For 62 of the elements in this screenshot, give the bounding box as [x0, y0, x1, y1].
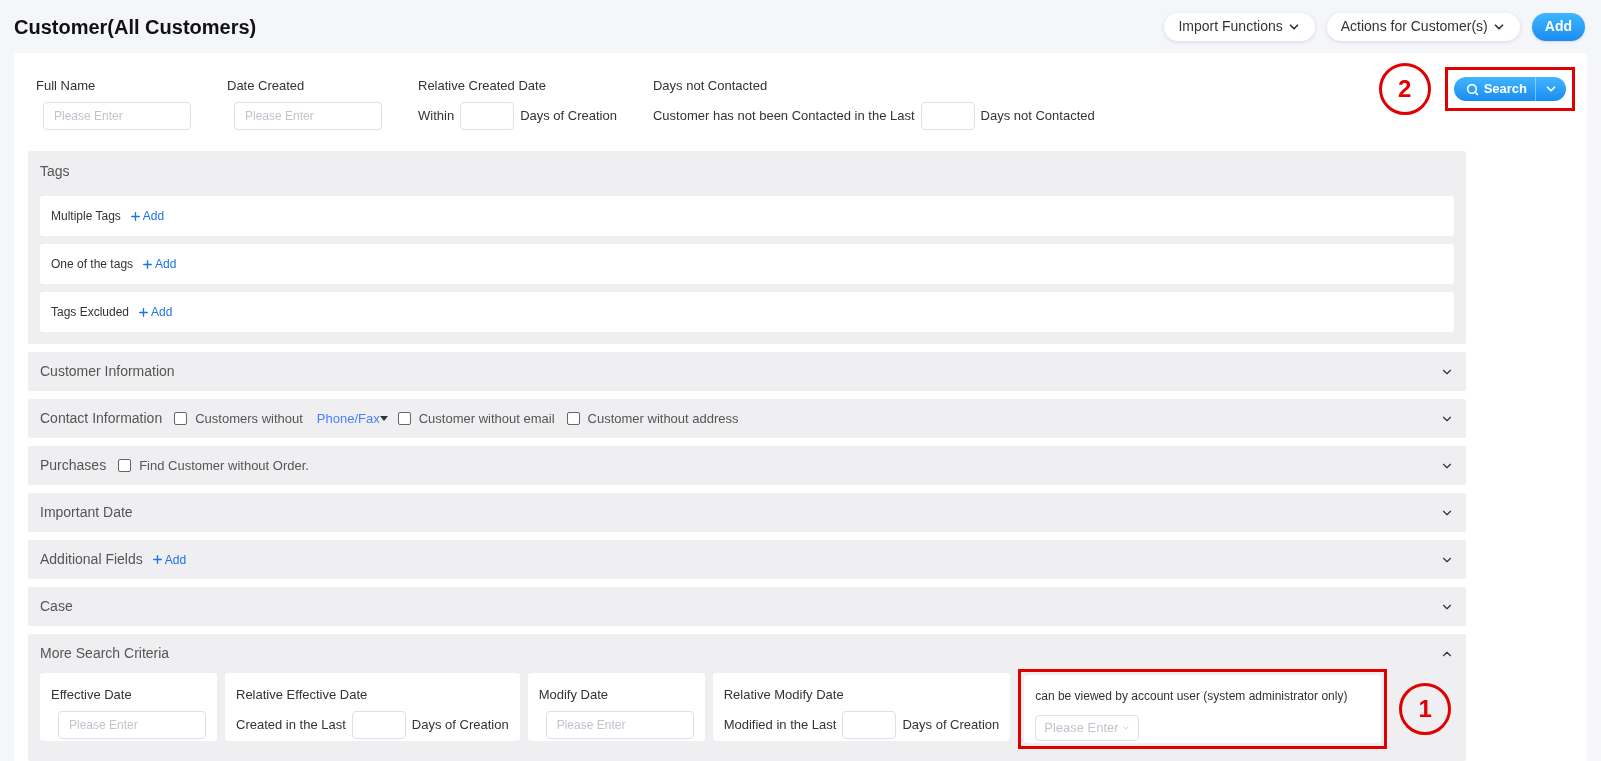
- checkbox[interactable]: [174, 412, 188, 425]
- field-suffix-text: Days of Creation: [520, 106, 617, 125]
- checkbox-label: Customers without: [195, 409, 303, 428]
- checkbox-label: Find Customer without Order.: [139, 456, 309, 475]
- dropdown-button[interactable]: Import Functions: [1164, 12, 1315, 41]
- plus-icon: [141, 257, 155, 271]
- days-input[interactable]: [920, 101, 975, 130]
- tag-filter-label: Tags Excluded: [51, 304, 130, 321]
- date-input[interactable]: Please Enter: [234, 101, 382, 130]
- field-label: Effective Date: [51, 686, 133, 704]
- add-link[interactable]: Add: [128, 207, 165, 225]
- field-prefix-text: Modified in the Last: [723, 715, 837, 734]
- field-label: Relative Modify Date: [723, 686, 845, 704]
- section-title: Customer Information: [40, 362, 175, 381]
- field-label: Full Name: [36, 77, 97, 95]
- date-input[interactable]: Please Enter: [43, 101, 191, 130]
- dropdown-button[interactable]: Actions for Customer(s): [1326, 12, 1520, 41]
- section-title: Tags: [40, 162, 71, 181]
- add-link[interactable]: Add: [137, 303, 173, 321]
- checkbox-label: Customer without email: [418, 409, 555, 428]
- field-prefix-text: Customer has not been Contacted in the Last: [652, 106, 915, 125]
- field-prefix-text: Created in the Last: [236, 715, 346, 734]
- section-title: Additional Fields: [40, 550, 143, 569]
- plus-icon: [137, 305, 151, 319]
- tag-filter-label: Multiple Tags: [51, 208, 121, 225]
- plus-icon: [150, 553, 164, 566]
- field-label: Days not Contacted: [652, 77, 769, 95]
- date-input[interactable]: Please Enter: [545, 710, 694, 739]
- checkbox[interactable]: [118, 459, 132, 472]
- add-link[interactable]: Add: [150, 550, 187, 569]
- field-label: can be viewed by account user (system administrator only): [1035, 688, 1349, 705]
- search-button[interactable]: Search: [1453, 77, 1566, 101]
- section-title: More Search Criteria: [40, 644, 170, 663]
- callout-number: 1: [1399, 683, 1452, 735]
- field-suffix-text: Days of Creation: [411, 715, 509, 734]
- callout-number: 2: [1378, 63, 1431, 115]
- days-input[interactable]: [842, 710, 897, 739]
- field-suffix-text: Days not Contacted: [980, 106, 1095, 125]
- field-suffix-text: Days of Creation: [902, 715, 1000, 734]
- section-title: Contact Information: [40, 409, 163, 428]
- checkbox-label: Customer without address: [587, 409, 739, 428]
- section-title: Important Date: [40, 503, 133, 522]
- search-icon: [1465, 82, 1479, 96]
- add-link[interactable]: Add: [141, 255, 177, 273]
- days-input[interactable]: [460, 101, 515, 130]
- plus-icon: [128, 209, 142, 223]
- page-title: Customer(All Customers): [14, 14, 258, 40]
- checkbox[interactable]: [566, 412, 580, 425]
- date-input[interactable]: Please Enter: [58, 710, 206, 739]
- tag-filter-label: One of the tags: [51, 256, 134, 273]
- field-label: Date Created: [227, 77, 306, 95]
- section-title: Purchases: [40, 456, 107, 475]
- field-prefix-text: Within: [418, 106, 455, 125]
- field-label: Relative Created Date: [418, 77, 547, 95]
- checkbox[interactable]: [397, 412, 411, 425]
- caret-down-icon: [379, 416, 388, 421]
- field-label: Relative Effective Date: [236, 686, 369, 704]
- add-button[interactable]: Add: [1531, 12, 1585, 41]
- days-input[interactable]: [351, 710, 406, 739]
- phone-type-dropdown[interactable]: Phone/Fax: [316, 408, 388, 429]
- field-label: Modify Date: [538, 686, 610, 704]
- section-title: Case: [40, 597, 73, 616]
